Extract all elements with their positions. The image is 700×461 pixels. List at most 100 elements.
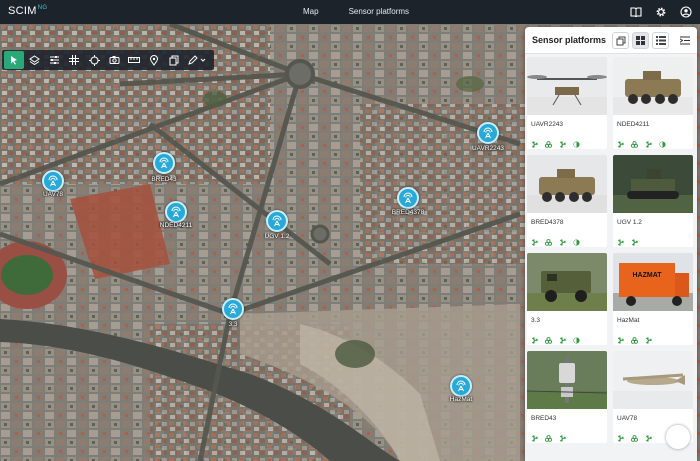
platform-pin[interactable] bbox=[450, 375, 472, 397]
radiation-icon bbox=[531, 331, 538, 344]
sensor-capability-icons bbox=[531, 429, 607, 442]
grid-icon[interactable] bbox=[64, 51, 84, 69]
pin-label: NDED4211 bbox=[159, 222, 193, 229]
platform-card[interactable]: NDED4211 bbox=[613, 57, 693, 149]
sensor-platforms-panel: Sensor platforms UAVR2243 NDED4211 BRED437… bbox=[525, 27, 697, 461]
radiation-icon bbox=[617, 331, 624, 344]
chemical-icon bbox=[659, 135, 666, 148]
sensor-capability-icons bbox=[617, 135, 693, 148]
platform-image bbox=[613, 351, 693, 409]
pin-label: UAV78 bbox=[42, 191, 64, 198]
platform-card[interactable]: UAVR2243 bbox=[527, 57, 607, 149]
biohazard-icon bbox=[631, 331, 638, 344]
platform-card[interactable]: UGV 1.2 bbox=[613, 155, 693, 247]
platform-card[interactable]: BRED43 bbox=[527, 351, 607, 443]
grid-view-icon[interactable] bbox=[632, 32, 649, 49]
biohazard-icon bbox=[631, 135, 638, 148]
pin-label: BRED4378 bbox=[391, 209, 425, 216]
app-window: SCIMNG Map Sensor platforms UAVR2243 BRE… bbox=[0, 0, 700, 461]
sensor-antenna-icon bbox=[403, 192, 413, 204]
panel-title: Sensor platforms bbox=[532, 35, 607, 45]
platform-card[interactable]: HAZMAT HazMat bbox=[613, 253, 693, 345]
nav-map[interactable]: Map bbox=[303, 7, 319, 16]
pin-label: UAVR2243 bbox=[471, 145, 505, 152]
platform-pin[interactable] bbox=[42, 170, 64, 192]
platform-name: UGV 1.2 bbox=[617, 219, 642, 226]
sliders-icon[interactable] bbox=[44, 51, 64, 69]
sensor-capability-icons bbox=[531, 331, 607, 344]
collapse-icon[interactable] bbox=[676, 32, 693, 49]
radiation-icon bbox=[617, 429, 624, 442]
platform-pin[interactable] bbox=[165, 201, 187, 223]
svg-text:HAZMAT: HAZMAT bbox=[632, 272, 662, 279]
biohazard-icon bbox=[545, 233, 552, 246]
app-logo[interactable]: SCIMNG bbox=[8, 5, 47, 17]
chemical-icon bbox=[573, 233, 580, 246]
camera-icon[interactable] bbox=[104, 51, 124, 69]
sensor-capability-icons bbox=[617, 233, 693, 246]
gear-icon[interactable] bbox=[654, 5, 667, 18]
sensor-antenna-icon bbox=[159, 157, 169, 169]
platform-name: BRED43 bbox=[531, 415, 557, 422]
platform-image bbox=[527, 253, 607, 311]
platform-image bbox=[527, 351, 607, 409]
radiation-icon bbox=[531, 429, 538, 442]
platform-image: HAZMAT bbox=[613, 253, 693, 311]
book-icon[interactable] bbox=[629, 5, 642, 18]
radiation-icon bbox=[645, 331, 652, 344]
sensor-antenna-icon bbox=[171, 206, 181, 218]
layers-icon[interactable] bbox=[24, 51, 44, 69]
platform-image bbox=[527, 57, 607, 115]
platform-name: BRED4378 bbox=[531, 219, 564, 226]
ruler-icon[interactable] bbox=[124, 51, 144, 69]
platform-image bbox=[613, 57, 693, 115]
nav-sensor-platforms[interactable]: Sensor platforms bbox=[349, 7, 409, 16]
copy-icon[interactable] bbox=[612, 32, 629, 49]
platform-image bbox=[527, 155, 607, 213]
biohazard-icon bbox=[545, 429, 552, 442]
platform-card-grid: UAVR2243 NDED4211 BRED4378 UGV 1.2 3.3 HAZMAT… bbox=[527, 57, 693, 443]
chemical-icon bbox=[573, 331, 580, 344]
radiation-icon bbox=[559, 135, 566, 148]
radiation-icon bbox=[645, 135, 652, 148]
chemical-icon bbox=[573, 135, 580, 148]
radiation-icon bbox=[559, 331, 566, 344]
radiation-icon bbox=[617, 135, 624, 148]
platform-pin[interactable] bbox=[397, 187, 419, 209]
sensor-capability-icons bbox=[531, 233, 607, 246]
top-icons bbox=[629, 5, 692, 18]
sensor-antenna-icon bbox=[272, 215, 282, 227]
platform-pin[interactable] bbox=[153, 152, 175, 174]
radiation-icon bbox=[631, 233, 638, 246]
cursor-icon[interactable] bbox=[4, 51, 24, 69]
pin-label: BRED43 bbox=[151, 176, 177, 183]
radiation-icon bbox=[645, 429, 652, 442]
main-nav: Map Sensor platforms bbox=[303, 7, 409, 16]
platform-card[interactable]: BRED4378 bbox=[527, 155, 607, 247]
pin-label: 3.3 bbox=[228, 321, 238, 328]
sensor-antenna-icon bbox=[456, 380, 466, 392]
platform-name: UAV78 bbox=[617, 415, 638, 422]
user-circle-icon[interactable] bbox=[679, 5, 692, 18]
map-toolbar bbox=[2, 50, 214, 70]
radiation-icon bbox=[531, 233, 538, 246]
sensor-capability-icons bbox=[531, 135, 607, 148]
platform-name: UAVR2243 bbox=[531, 121, 564, 128]
panel-header: Sensor platforms bbox=[525, 27, 697, 54]
radiation-icon bbox=[531, 135, 538, 148]
platform-pin[interactable] bbox=[477, 122, 499, 144]
platform-name: 3.3 bbox=[531, 317, 541, 324]
sensor-antenna-icon bbox=[483, 127, 493, 139]
copy-icon[interactable] bbox=[164, 51, 184, 69]
map-control-button[interactable] bbox=[666, 425, 690, 449]
platform-pin[interactable] bbox=[266, 210, 288, 232]
pin-label: HazMat bbox=[449, 396, 473, 403]
sensor-capability-icons bbox=[617, 331, 693, 344]
list-view-icon[interactable] bbox=[652, 32, 669, 49]
platform-pin[interactable] bbox=[222, 298, 244, 320]
marker-add-icon[interactable] bbox=[144, 51, 164, 69]
platform-card[interactable]: 3.3 bbox=[527, 253, 607, 345]
pencil-icon[interactable] bbox=[184, 51, 212, 69]
biohazard-icon bbox=[545, 135, 552, 148]
crosshair-icon[interactable] bbox=[84, 51, 104, 69]
